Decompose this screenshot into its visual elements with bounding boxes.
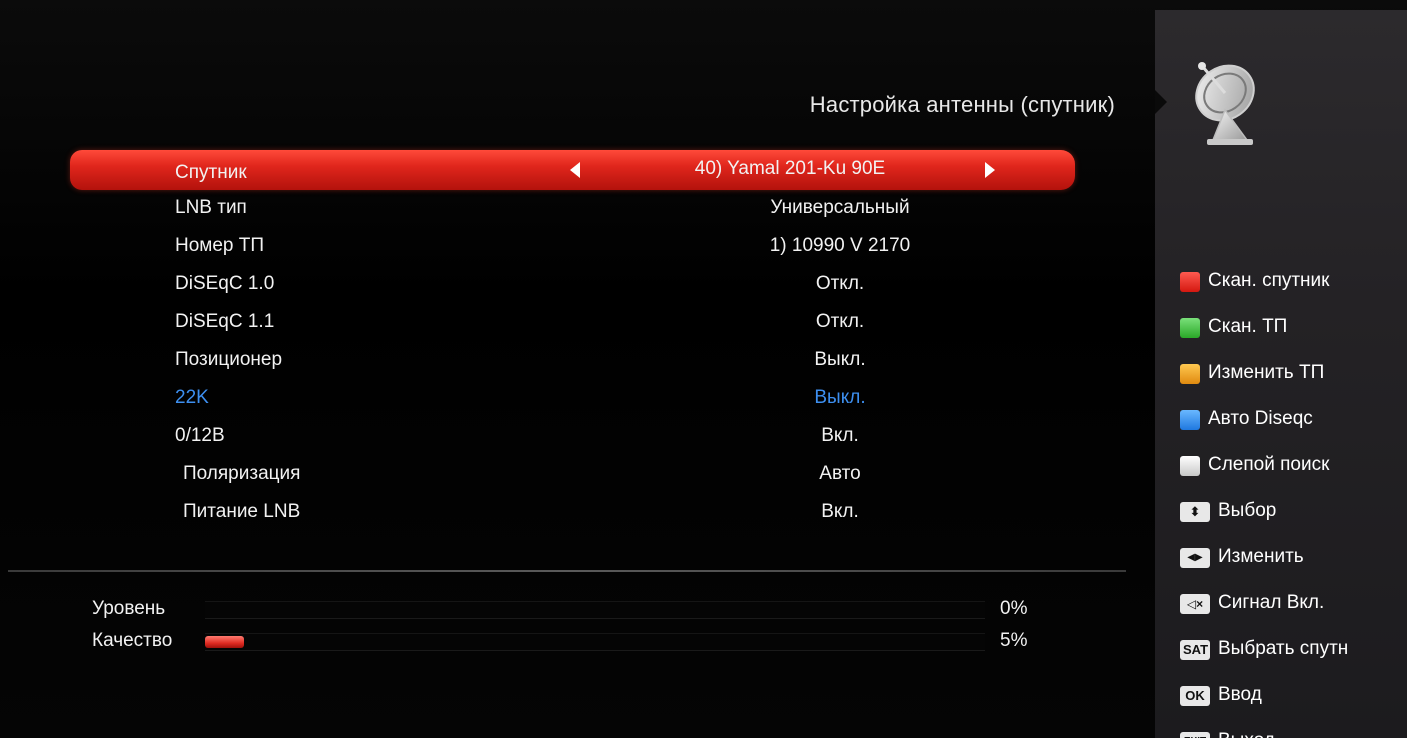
- menu-row-value: 1) 10990 V 2170: [769, 235, 911, 256]
- menu-row-value: Авто: [819, 463, 861, 484]
- menu-row-value: Выкл.: [814, 387, 866, 408]
- sidebar-pointer: [1155, 90, 1167, 114]
- exit-key-icon: EXIT: [1180, 732, 1210, 738]
- antenna-setup-screen: Настройка антенны (спутник) Спутник 40) …: [0, 0, 1407, 738]
- signal-quality-fill: [205, 636, 244, 648]
- white-button-icon: [1180, 456, 1200, 476]
- menu-row-value: Универсальный: [770, 197, 910, 218]
- signal-level-bar: [205, 601, 985, 619]
- left-right-key-icon: ◀▶: [1180, 548, 1210, 568]
- menu-row-label: DiSEqC 1.1: [175, 311, 275, 332]
- signal-level: Уровень 0%: [0, 598, 1155, 622]
- menu-row-label: DiSEqC 1.0: [175, 273, 275, 294]
- menu-row-label: LNB тип: [175, 197, 247, 218]
- menu-row-value: Вкл.: [821, 501, 859, 522]
- red-button-icon: [1180, 272, 1200, 292]
- blue-button-icon: [1180, 410, 1200, 430]
- menu-row-lnb-type[interactable]: LNB тип Универсальный: [0, 188, 1155, 226]
- satellite-dish-icon: [1195, 62, 1255, 145]
- menu-row-value: Выкл.: [814, 349, 866, 370]
- sat-key-icon: SAT: [1180, 640, 1210, 660]
- signal-quality-label: Качество: [92, 630, 173, 651]
- mute-key-icon: ◁×: [1180, 594, 1210, 614]
- menu-row-diseqc-10[interactable]: DiSEqC 1.0 Откл.: [0, 264, 1155, 302]
- menu-row-label: Спутник: [175, 162, 247, 183]
- arrow-right-icon[interactable]: [985, 162, 995, 178]
- main-panel: Настройка антенны (спутник) Спутник 40) …: [0, 0, 1155, 738]
- signal-quality-bar: [205, 633, 985, 651]
- menu-row-value: Откл.: [815, 273, 865, 294]
- menu-row-012v[interactable]: 0/12B Вкл.: [0, 416, 1155, 454]
- signal-level-percent: 0%: [1000, 598, 1028, 619]
- menu-row-satellite[interactable]: Спутник 40) Yamal 201-Ku 90E: [70, 150, 1075, 190]
- menu-row-positioner[interactable]: Позиционер Выкл.: [0, 340, 1155, 378]
- menu-row-lnb-power[interactable]: Питание LNB Вкл.: [0, 492, 1155, 530]
- menu-row-diseqc-11[interactable]: DiSEqC 1.1 Откл.: [0, 302, 1155, 340]
- signal-quality: Качество 5%: [0, 630, 1155, 654]
- menu-row-value: Откл.: [815, 311, 865, 332]
- menu-row-label: Позиционер: [175, 349, 283, 370]
- page-title: Настройка антенны (спутник): [809, 92, 1115, 117]
- green-button-icon: [1180, 318, 1200, 338]
- signal-level-label: Уровень: [92, 598, 166, 619]
- menu-row-value: Вкл.: [821, 425, 859, 446]
- settings-menu: Спутник 40) Yamal 201-Ku 90E LNB тип Уни…: [0, 150, 1155, 530]
- menu-row-label: Номер ТП: [175, 235, 265, 256]
- signal-quality-percent: 5%: [1000, 630, 1028, 651]
- menu-row-polarization[interactable]: Поляризация Авто: [0, 454, 1155, 492]
- yellow-button-icon: [1180, 364, 1200, 384]
- menu-row-value: 40) Yamal 201-Ku 90E: [694, 158, 886, 179]
- divider: [8, 570, 1126, 572]
- help-sidebar: Скан. спутник Скан. ТП Изменить ТП Авто …: [1155, 10, 1407, 738]
- menu-row-tp-number[interactable]: Номер ТП 1) 10990 V 2170: [0, 226, 1155, 264]
- up-down-key-icon: ⬍: [1180, 502, 1210, 522]
- menu-row-22k[interactable]: 22K Выкл.: [0, 378, 1155, 416]
- menu-row-label: 22K: [175, 387, 209, 408]
- menu-row-label: Поляризация: [183, 463, 301, 484]
- menu-row-label: Питание LNB: [183, 501, 301, 522]
- menu-row-label: 0/12B: [175, 425, 225, 446]
- ok-key-icon: OK: [1180, 686, 1210, 706]
